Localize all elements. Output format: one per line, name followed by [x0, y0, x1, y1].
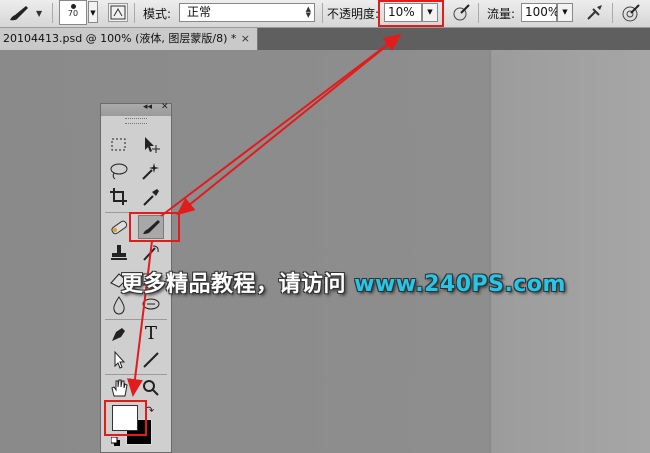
- select-arrows-icon: ▲ ▼: [305, 5, 311, 19]
- brush-preset-picker[interactable]: 70: [59, 0, 87, 25]
- hand-tool-icon[interactable]: [107, 377, 131, 399]
- crop-tool-icon[interactable]: [107, 186, 131, 208]
- airbrush-icon[interactable]: [584, 3, 606, 23]
- tool-group-divider: [105, 319, 167, 320]
- flow-input[interactable]: 100%: [521, 3, 559, 22]
- panel-grip[interactable]: [125, 118, 147, 124]
- close-panel-icon[interactable]: ✕: [161, 102, 169, 112]
- document-tab[interactable]: 20104413.psd @ 100% (液体, 图层蒙版/8) * ×: [0, 28, 258, 50]
- brush-preset-dropdown-icon[interactable]: ▼: [88, 1, 98, 23]
- brush-tool-preset-icon[interactable]: [6, 3, 34, 23]
- pen-tool-icon[interactable]: [107, 323, 131, 345]
- document-tab-bar: 20104413.psd @ 100% (液体, 图层蒙版/8) * ×: [0, 28, 650, 50]
- blend-mode-select[interactable]: 正常 ▲ ▼: [179, 3, 315, 22]
- opacity-label: 不透明度:: [327, 7, 380, 21]
- flow-dropdown-icon[interactable]: ▼: [557, 3, 573, 22]
- brush-panel-toggle-icon[interactable]: [108, 3, 128, 22]
- separator: [478, 3, 479, 23]
- flow-label: 流量:: [487, 7, 516, 21]
- tool-group-divider: [105, 374, 167, 375]
- options-bar: ▼ 70 ▼ 模式: 正常 ▲ ▼ 不透明度: 10% ▼ 流量: 100% ▼: [0, 0, 650, 28]
- default-colors-icon[interactable]: [110, 436, 121, 446]
- pressure-opacity-icon[interactable]: [451, 3, 473, 23]
- collapse-panel-icon[interactable]: ◂◂: [143, 102, 152, 112]
- canvas-area[interactable]: [0, 50, 650, 453]
- magic-wand-tool-icon[interactable]: [139, 160, 163, 182]
- history-brush-tool-icon[interactable]: [139, 242, 163, 264]
- close-tab-icon[interactable]: ×: [241, 28, 250, 50]
- tool-preset-dropdown-icon[interactable]: ▼: [36, 9, 42, 18]
- watermark-url: www.240PS.com: [354, 272, 566, 297]
- move-tool-icon[interactable]: [139, 134, 163, 156]
- brush-size-value: 70: [67, 9, 79, 18]
- blend-mode-value: 正常: [187, 5, 212, 19]
- mode-label: 模式:: [143, 7, 172, 21]
- zoom-tool-icon[interactable]: [139, 377, 163, 399]
- opacity-highlight-box: [378, 0, 444, 27]
- canvas-edge: [489, 50, 491, 453]
- separator: [612, 3, 613, 23]
- rectangular-marquee-tool-icon[interactable]: [107, 134, 131, 156]
- document-title: 20104413.psd @ 100% (液体, 图层蒙版/8) *: [3, 32, 237, 45]
- path-selection-tool-icon[interactable]: [107, 349, 131, 371]
- separator: [134, 3, 135, 23]
- brush-tool-highlight-box: [129, 212, 180, 242]
- lasso-tool-icon[interactable]: [107, 160, 131, 182]
- separator: [52, 3, 53, 23]
- line-tool-icon[interactable]: [139, 349, 163, 371]
- foreground-color-highlight-box: [104, 400, 147, 436]
- pressure-size-icon[interactable]: [620, 3, 642, 23]
- eyedropper-tool-icon[interactable]: [139, 186, 163, 208]
- type-tool-icon[interactable]: T: [139, 323, 163, 345]
- spot-healing-brush-tool-icon[interactable]: [107, 216, 131, 238]
- watermark-caption: 更多精品教程，请访问: [121, 272, 355, 297]
- separator: [322, 3, 323, 23]
- clone-stamp-tool-icon[interactable]: [107, 242, 131, 264]
- tools-panel-header[interactable]: ◂◂ ✕: [101, 102, 171, 116]
- watermark-text: 更多精品教程，请访问 www.240PS.com: [121, 266, 566, 298]
